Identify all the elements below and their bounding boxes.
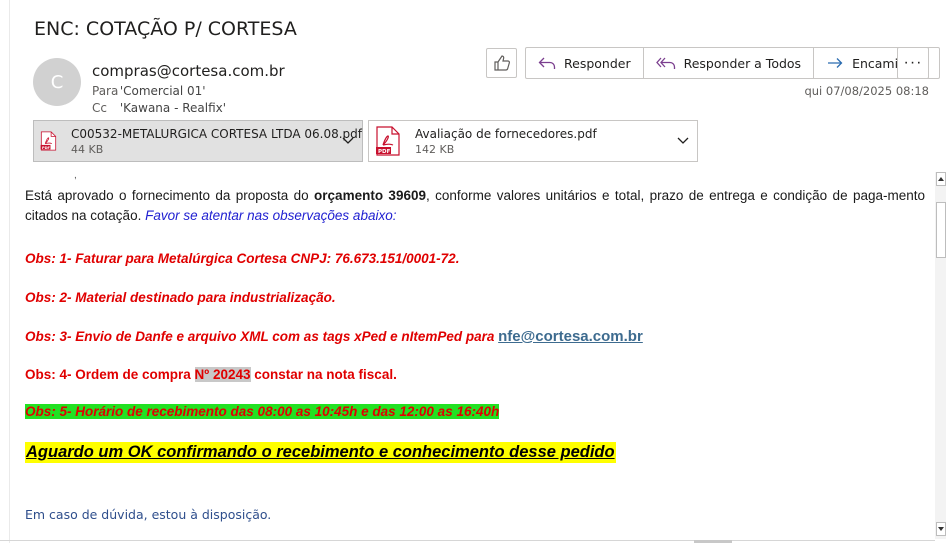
scroll-down-arrow[interactable] xyxy=(936,522,946,536)
scrollbar-thumb[interactable] xyxy=(936,202,946,258)
attachment-2-name: Avaliação de fornecedores.pdf xyxy=(415,126,597,141)
attachment-1-name: C00532-METALURGICA CORTESA LTDA 06.08.pd… xyxy=(71,126,362,141)
reply-all-icon xyxy=(655,57,675,69)
reply-label: Responder xyxy=(564,55,631,71)
nfe-email-link[interactable]: nfe@cortesa.com.br xyxy=(498,328,643,345)
obs-4-text-start: Obs: 4- Ordem de compra xyxy=(25,367,195,382)
pdf-icon: PDF xyxy=(376,126,400,156)
email-subject: ENC: COTAÇÃO P/ CORTESA xyxy=(34,18,297,40)
chevron-down-icon[interactable] xyxy=(342,135,354,145)
more-actions-button[interactable]: ··· xyxy=(897,47,929,79)
svg-text:PDF: PDF xyxy=(42,146,51,150)
obs-4-text-end: constar na nota fiscal. xyxy=(250,367,397,382)
intro-note: Favor se atentar nas observações abaixo: xyxy=(145,208,397,223)
sender-address[interactable]: compras@cortesa.com.br xyxy=(92,62,285,80)
cc-label: Cc xyxy=(92,101,107,115)
caret-down-icon xyxy=(938,527,944,531)
obs-5-text: Obs: 5- Horário de recebimento das 08:00… xyxy=(25,404,500,419)
intro-paragraph: Está aprovado o fornecimento da proposta… xyxy=(25,186,925,226)
attachment-1-info: C00532-METALURGICA CORTESA LTDA 06.08.pd… xyxy=(71,127,362,156)
scroll-up-arrow[interactable] xyxy=(936,172,946,186)
obs-5: Obs: 5- Horário de recebimento das 08:00… xyxy=(25,404,500,419)
attachment-2[interactable]: PDF Avaliação de fornecedores.pdf 142 KB xyxy=(368,120,698,162)
purchase-order-number: Nº 20243 xyxy=(194,367,251,382)
window-edge xyxy=(9,0,10,543)
received-date: qui 07/08/2025 08:18 xyxy=(804,84,929,98)
intro-text-start: Está aprovado o fornecimento da proposta… xyxy=(25,188,315,203)
confirmation-request: Aguardo um OK confirmando o recebimento … xyxy=(25,442,616,463)
bottom-divider xyxy=(0,540,935,541)
attachment-1-size: 44 KB xyxy=(71,142,104,156)
closing-line: Em caso de dúvida, estou à disposição. xyxy=(25,507,272,522)
like-button[interactable] xyxy=(486,48,517,78)
pdf-icon: PDF xyxy=(40,131,57,151)
to-label: Para xyxy=(92,84,119,98)
reply-all-button[interactable]: Responder a Todos xyxy=(642,48,813,78)
svg-text:PDF: PDF xyxy=(378,149,391,155)
obs-1: Obs: 1- Faturar para Metalúrgica Cortesa… xyxy=(25,251,460,266)
quote-number: orçamento 39609 xyxy=(314,188,426,203)
cc-recipient[interactable]: 'Kawana - Realfix' xyxy=(120,101,226,115)
reply-all-label: Responder a Todos xyxy=(683,55,802,71)
thumbs-up-icon xyxy=(493,55,510,71)
to-recipient[interactable]: 'Comercial 01' xyxy=(120,84,206,98)
chevron-down-icon[interactable] xyxy=(677,135,689,145)
obs-2: Obs: 2- Material destinado para industri… xyxy=(25,290,336,305)
cc-line: Cc 'Kawana - Realfix' xyxy=(92,101,226,115)
attachment-1[interactable]: PDF C00532-METALURGICA CORTESA LTDA 06.0… xyxy=(33,120,363,162)
obs-3-text: Obs: 3- Envio de Danfe e arquivo XML com… xyxy=(25,329,499,344)
obs-3: Obs: 3- Envio de Danfe e arquivo XML com… xyxy=(25,328,643,345)
reply-button[interactable]: Responder xyxy=(526,48,643,78)
obs-4: Obs: 4- Ordem de compra Nº 20243 constar… xyxy=(25,367,397,382)
attachment-2-info: Avaliação de fornecedores.pdf 142 KB xyxy=(415,127,597,156)
message-actions: Responder Responder a Todos Encaminhar xyxy=(525,47,940,79)
sender-avatar[interactable]: C xyxy=(33,58,81,106)
attachment-2-size: 142 KB xyxy=(415,142,455,156)
reply-icon xyxy=(538,57,556,69)
clipped-text-fragment: , xyxy=(74,170,77,181)
forward-icon xyxy=(828,58,843,68)
caret-up-icon xyxy=(938,177,944,181)
message-body: Está aprovado o fornecimento da proposta… xyxy=(25,186,925,226)
to-line: Para 'Comercial 01' xyxy=(92,84,206,98)
